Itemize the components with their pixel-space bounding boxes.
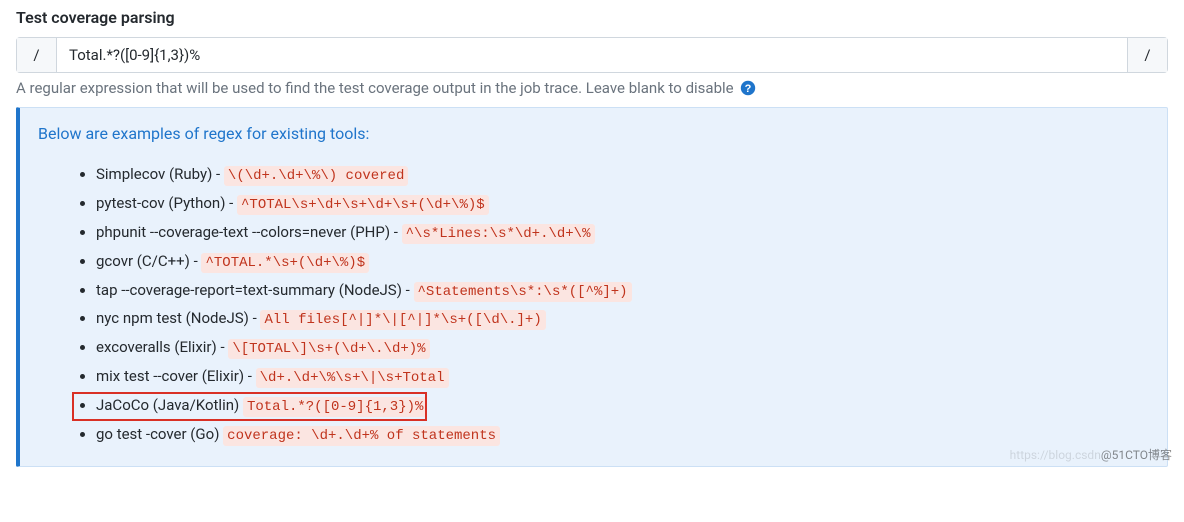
tool-label: nyc npm test (NodeJS): [96, 309, 249, 327]
list-item: JaCoCo (Java/Kotlin) Total.*?([0-9]{1,3}…: [96, 392, 1149, 421]
help-icon[interactable]: ?: [740, 80, 756, 96]
tool-label: excoveralls (Elixir): [96, 338, 217, 356]
svg-text:?: ?: [744, 83, 751, 95]
watermark: https://blog.csdn@51CTO博客: [1010, 446, 1172, 463]
regex-input-row: / /: [16, 37, 1168, 73]
separator: -: [190, 252, 202, 270]
tool-label: JaCoCo (Java/Kotlin): [96, 396, 239, 414]
regex-code: Total.*?([0-9]{1,3})%: [243, 397, 427, 417]
list-item: tap --coverage-report=text-summary (Node…: [96, 277, 1149, 306]
info-lead: Below are examples of regex for existing…: [38, 124, 1149, 143]
regex-examples-box: Below are examples of regex for existing…: [16, 107, 1168, 467]
regex-code: ^\s*Lines:\s*\d+.\d+\%: [402, 224, 595, 244]
tool-label: gcovr (C/C++): [96, 252, 190, 270]
separator: -: [244, 367, 256, 385]
regex-code: All files[^|]*\|[^|]*\s+([\d\.]+): [260, 310, 545, 330]
help-text-content: A regular expression that will be used t…: [16, 79, 734, 97]
separator: -: [390, 223, 402, 241]
list-item: go test -cover (Go) coverage: \d+.\d+% o…: [96, 421, 1149, 450]
regex-code: ^TOTAL.*\s+(\d+\%)$: [201, 253, 369, 273]
coverage-regex-input[interactable]: [57, 38, 1127, 72]
separator: -: [402, 281, 414, 299]
tool-label: pytest-cov (Python): [96, 194, 225, 212]
list-item: pytest-cov (Python) - ^TOTAL\s+\d+\s+\d+…: [96, 190, 1149, 219]
regex-code: ^TOTAL\s+\d+\s+\d+\s+(\d+\%)$: [237, 195, 489, 215]
regex-code: \d+.\d+\%\s+\|\s+Total: [256, 368, 449, 388]
list-item: Simplecov (Ruby) - \(\d+.\d+\%\) covered: [96, 161, 1149, 190]
regex-code: coverage: \d+.\d+% of statements: [223, 426, 500, 446]
regex-examples-list: Simplecov (Ruby) - \(\d+.\d+\%\) covered…: [38, 161, 1149, 450]
tool-label: go test -cover (Go): [96, 425, 219, 443]
watermark-dark: @51CTO博客: [1101, 448, 1172, 462]
regex-code: \(\d+.\d+\%\) covered: [224, 166, 408, 186]
separator: -: [249, 309, 261, 327]
tool-label: tap --coverage-report=text-summary (Node…: [96, 281, 402, 299]
list-item: excoveralls (Elixir) - \[TOTAL\]\s+(\d+\…: [96, 334, 1149, 363]
regex-suffix-slash: /: [1127, 38, 1167, 72]
list-item: phpunit --coverage-text --colors=never (…: [96, 219, 1149, 248]
separator: -: [225, 194, 237, 212]
tool-label: Simplecov (Ruby): [96, 165, 212, 183]
regex-code: \[TOTAL\]\s+(\d+\.\d+)%: [228, 339, 429, 359]
list-item: gcovr (C/C++) - ^TOTAL.*\s+(\d+\%)$: [96, 248, 1149, 277]
tool-label: phpunit --coverage-text --colors=never (…: [96, 223, 390, 241]
list-item: nyc npm test (NodeJS) - All files[^|]*\|…: [96, 305, 1149, 334]
regex-code: ^Statements\s*:\s*([^%]+): [414, 282, 632, 302]
list-item: mix test --cover (Elixir) - \d+.\d+\%\s+…: [96, 363, 1149, 392]
separator: -: [217, 338, 229, 356]
section-title: Test coverage parsing: [16, 8, 1168, 27]
separator: -: [212, 165, 224, 183]
regex-prefix-slash: /: [17, 38, 57, 72]
help-text: A regular expression that will be used t…: [16, 79, 1168, 97]
watermark-faint: https://blog.csdn: [1010, 448, 1101, 462]
tool-label: mix test --cover (Elixir): [96, 367, 244, 385]
